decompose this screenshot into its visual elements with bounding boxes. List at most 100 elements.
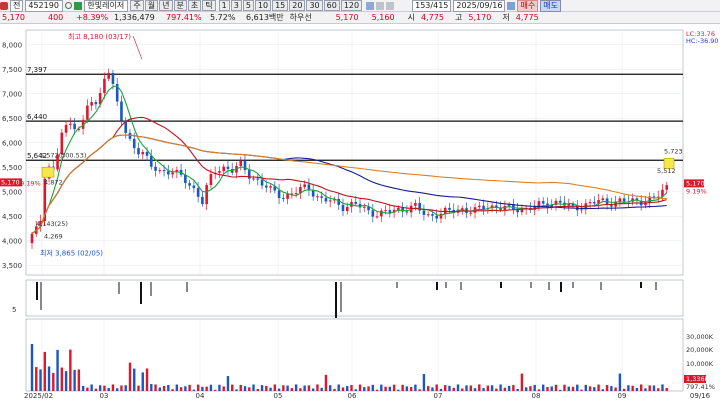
calendar-icon[interactable] [507,1,516,10]
volume-bar [354,389,357,391]
quote-bar: 5,170 400 +8.39% 1,336,479 797.41% 5.72%… [0,12,720,24]
tick-1[interactable]: 1 [218,0,230,11]
tick-120[interactable]: 120 [340,0,363,11]
tick-30[interactable]: 30 [306,0,323,11]
volume-bar [409,387,413,391]
annotation-a2: 4,872 [44,178,63,186]
volume-bar [414,384,417,391]
period-year[interactable]: 년 [159,0,173,11]
candle-body [328,200,332,202]
volume-bar [290,388,294,391]
volume-bar [145,368,149,391]
period-second[interactable]: 초 [187,0,202,11]
candle-body [541,201,545,204]
count-input[interactable]: 153/415 [412,0,452,12]
volume-bar [128,362,132,391]
date-input[interactable]: 2025/09/16 [453,0,506,12]
volume-bar [107,387,110,391]
candle-body [86,105,89,120]
volume-bar [231,384,234,391]
y-tick-label: 3,500 [2,262,22,270]
settings-icon[interactable] [386,1,395,10]
volume-bar [499,384,502,391]
candle-body [371,210,375,217]
volume-bar [184,386,187,391]
volume-bar [124,385,127,391]
volume-bar [588,386,592,391]
candle-body [111,73,115,84]
volume-bar [333,388,336,391]
volume-bar [141,372,144,391]
volume-bar [60,367,64,391]
volume-bar [567,386,570,391]
buy-button[interactable]: 매수 [517,0,539,12]
type-select[interactable]: 전 [10,0,24,12]
indicator-bar [530,282,532,288]
tick-60[interactable]: 60 [323,0,340,11]
open-label: 시 [407,12,415,22]
period-tick[interactable]: 틱 [202,0,216,11]
search-icon[interactable] [65,2,73,9]
tick-3[interactable]: 3 [230,0,242,11]
volume-bar [350,384,353,391]
candle-body [243,160,247,171]
volume-bar [269,387,272,391]
volume-bar [77,369,81,391]
candle-body [422,210,426,215]
candle-body [277,190,281,199]
marker-box [663,158,675,169]
count-total: /415 [430,0,449,10]
volume-bar [243,386,247,391]
volume-bar [465,385,468,391]
candle-body [384,210,387,212]
tick-20[interactable]: 20 [289,0,306,11]
gear-icon[interactable] [0,1,8,10]
candle-body [260,179,264,186]
volume-bar [639,384,643,391]
candle-body [192,185,196,189]
volume-bar [150,384,153,391]
volume-bar [478,384,481,391]
candle-body [665,185,669,190]
tick-10[interactable]: 10 [254,0,272,11]
x-tick-label: 07 [434,392,443,400]
indicator-bar [340,282,342,312]
candle-body [469,212,473,214]
volume-bar [116,388,119,391]
volume-bar [213,389,217,391]
period-month[interactable]: 월 [144,0,159,11]
indicator-bar [40,282,42,310]
dropdown-icon[interactable] [376,1,385,10]
turnover-rate: 5.72% [210,12,236,22]
indicator-bar [396,282,398,288]
chart-type-icon[interactable] [366,1,375,10]
check-icon[interactable] [74,1,83,10]
volume-bar [86,387,89,391]
tick-5[interactable]: 5 [242,0,254,11]
period-minute[interactable]: 분 [173,0,187,11]
candle-body [145,151,149,156]
volume-bar [550,386,553,391]
candle-body [269,186,272,188]
volume-bar [507,385,511,391]
stock-chart[interactable]: 8,000 7,500 7,000 6,500 6,000 5,500 5,000 4,500… [0,24,720,404]
candle-body [601,198,605,201]
period-week[interactable]: 주 [130,0,144,11]
volume-bar [461,388,464,391]
sell-button[interactable]: 매도 [540,0,561,12]
volume-bar [482,388,485,391]
price-panel[interactable] [25,29,684,276]
candle-body [107,73,110,79]
volume-ratio: 797.41% [166,12,202,22]
tick-15[interactable]: 15 [272,0,289,11]
volume-bar [644,388,647,391]
volume-bar [529,386,532,391]
code-input[interactable]: 452190 [25,0,64,12]
candle-body [188,183,191,186]
candle-body [222,166,225,172]
low-annotation: 최저 3,865 (02/05) [40,248,103,257]
candle-body [311,190,315,197]
candle-body [120,101,123,121]
indicator-bar [118,282,120,294]
volume-bar [209,384,213,391]
